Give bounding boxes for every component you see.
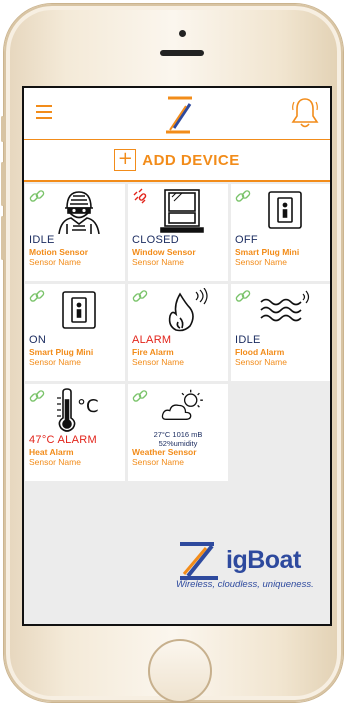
device-type: Weather Sensor bbox=[132, 447, 197, 457]
device-name: Sensor Name bbox=[29, 357, 81, 367]
device-name: Sensor Name bbox=[29, 257, 81, 267]
add-device-button[interactable]: + ADD DEVICE bbox=[24, 140, 330, 182]
device-name: Sensor Name bbox=[132, 457, 184, 467]
zigboat-brand-z-icon bbox=[180, 542, 218, 580]
broken-link-icon bbox=[133, 188, 147, 204]
device-type: Motion Sensor bbox=[29, 247, 89, 257]
device-type: Window Sensor bbox=[132, 247, 196, 257]
link-icon bbox=[29, 390, 45, 402]
device-status: IDLE bbox=[29, 234, 55, 246]
link-icon bbox=[235, 290, 251, 302]
device-tile-motion-sensor[interactable]: IDLE Motion Sensor Sensor Name bbox=[25, 184, 125, 281]
device-type: Smart Plug Mini bbox=[29, 347, 94, 357]
brand-name: igBoat bbox=[226, 546, 301, 574]
home-button[interactable] bbox=[148, 639, 212, 703]
svg-text:°C: °C bbox=[77, 396, 99, 417]
link-icon bbox=[132, 290, 148, 302]
weather-temp-pressure: 27°C 1016 mB bbox=[153, 430, 203, 439]
device-name: Sensor Name bbox=[235, 257, 287, 267]
earpiece-speaker bbox=[160, 50, 204, 56]
front-camera bbox=[179, 30, 186, 37]
weather-icon bbox=[161, 389, 203, 420]
weather-readings: 27°C 1016 mB 52%umidity bbox=[134, 430, 222, 448]
link-icon bbox=[29, 190, 45, 202]
fire-icon bbox=[168, 288, 208, 332]
zigboat-z-logo-icon bbox=[166, 96, 192, 134]
link-icon bbox=[132, 390, 148, 402]
device-type: Smart Plug Mini bbox=[235, 247, 300, 257]
flood-icon bbox=[260, 290, 310, 322]
device-status: ON bbox=[29, 334, 47, 346]
device-type: Heat Alarm bbox=[29, 447, 74, 457]
app-header bbox=[24, 88, 330, 140]
link-icon bbox=[235, 190, 251, 202]
device-tile-weather-sensor[interactable]: 27°C 1016 mB 52%umidity Weather Sensor S… bbox=[128, 384, 228, 481]
device-status: CLOSED bbox=[132, 234, 180, 246]
device-tile-fire-alarm[interactable]: ALARM Fire Alarm Sensor Name bbox=[128, 284, 228, 381]
plus-icon: + bbox=[114, 149, 137, 171]
device-type: Flood Alarm bbox=[235, 347, 285, 357]
device-status: OFF bbox=[235, 234, 258, 246]
device-status: 47°C ALARM bbox=[29, 434, 97, 446]
thermometer-icon: °C bbox=[57, 388, 99, 432]
plug-icon bbox=[62, 291, 96, 329]
menu-icon[interactable] bbox=[36, 105, 52, 123]
plug-icon bbox=[268, 191, 302, 229]
device-status: ALARM bbox=[132, 334, 172, 346]
app-screen: + ADD DEVICE IDLE Motion Sensor Sensor N… bbox=[22, 86, 332, 626]
device-tile-smart-plug-off[interactable]: OFF Smart Plug Mini Sensor Name bbox=[231, 184, 330, 281]
device-status: IDLE bbox=[235, 334, 261, 346]
add-device-label: ADD DEVICE bbox=[142, 151, 240, 169]
device-tile-smart-plug-on[interactable]: ON Smart Plug Mini Sensor Name bbox=[25, 284, 125, 381]
device-grid: IDLE Motion Sensor Sensor Name CLOSED Wi… bbox=[24, 182, 330, 481]
device-tile-heat-alarm[interactable]: °C 47°C ALARM Heat Alarm Sensor Name bbox=[25, 384, 125, 481]
device-name: Sensor Name bbox=[132, 257, 184, 267]
volume-down-button bbox=[1, 216, 4, 260]
device-tile-flood-alarm[interactable]: IDLE Flood Alarm Sensor Name bbox=[231, 284, 330, 381]
window-icon bbox=[160, 189, 204, 233]
burglar-icon bbox=[58, 191, 100, 234]
brand-tagline: Wireless, cloudless, uniqueness. bbox=[176, 579, 314, 590]
device-name: Sensor Name bbox=[29, 457, 81, 467]
volume-up-button bbox=[1, 162, 4, 206]
mute-switch bbox=[1, 116, 4, 142]
bell-icon[interactable] bbox=[290, 96, 320, 130]
device-tile-window-sensor[interactable]: CLOSED Window Sensor Sensor Name bbox=[128, 184, 228, 281]
link-icon bbox=[29, 290, 45, 302]
device-name: Sensor Name bbox=[235, 357, 287, 367]
device-name: Sensor Name bbox=[132, 357, 184, 367]
device-type: Fire Alarm bbox=[132, 347, 174, 357]
